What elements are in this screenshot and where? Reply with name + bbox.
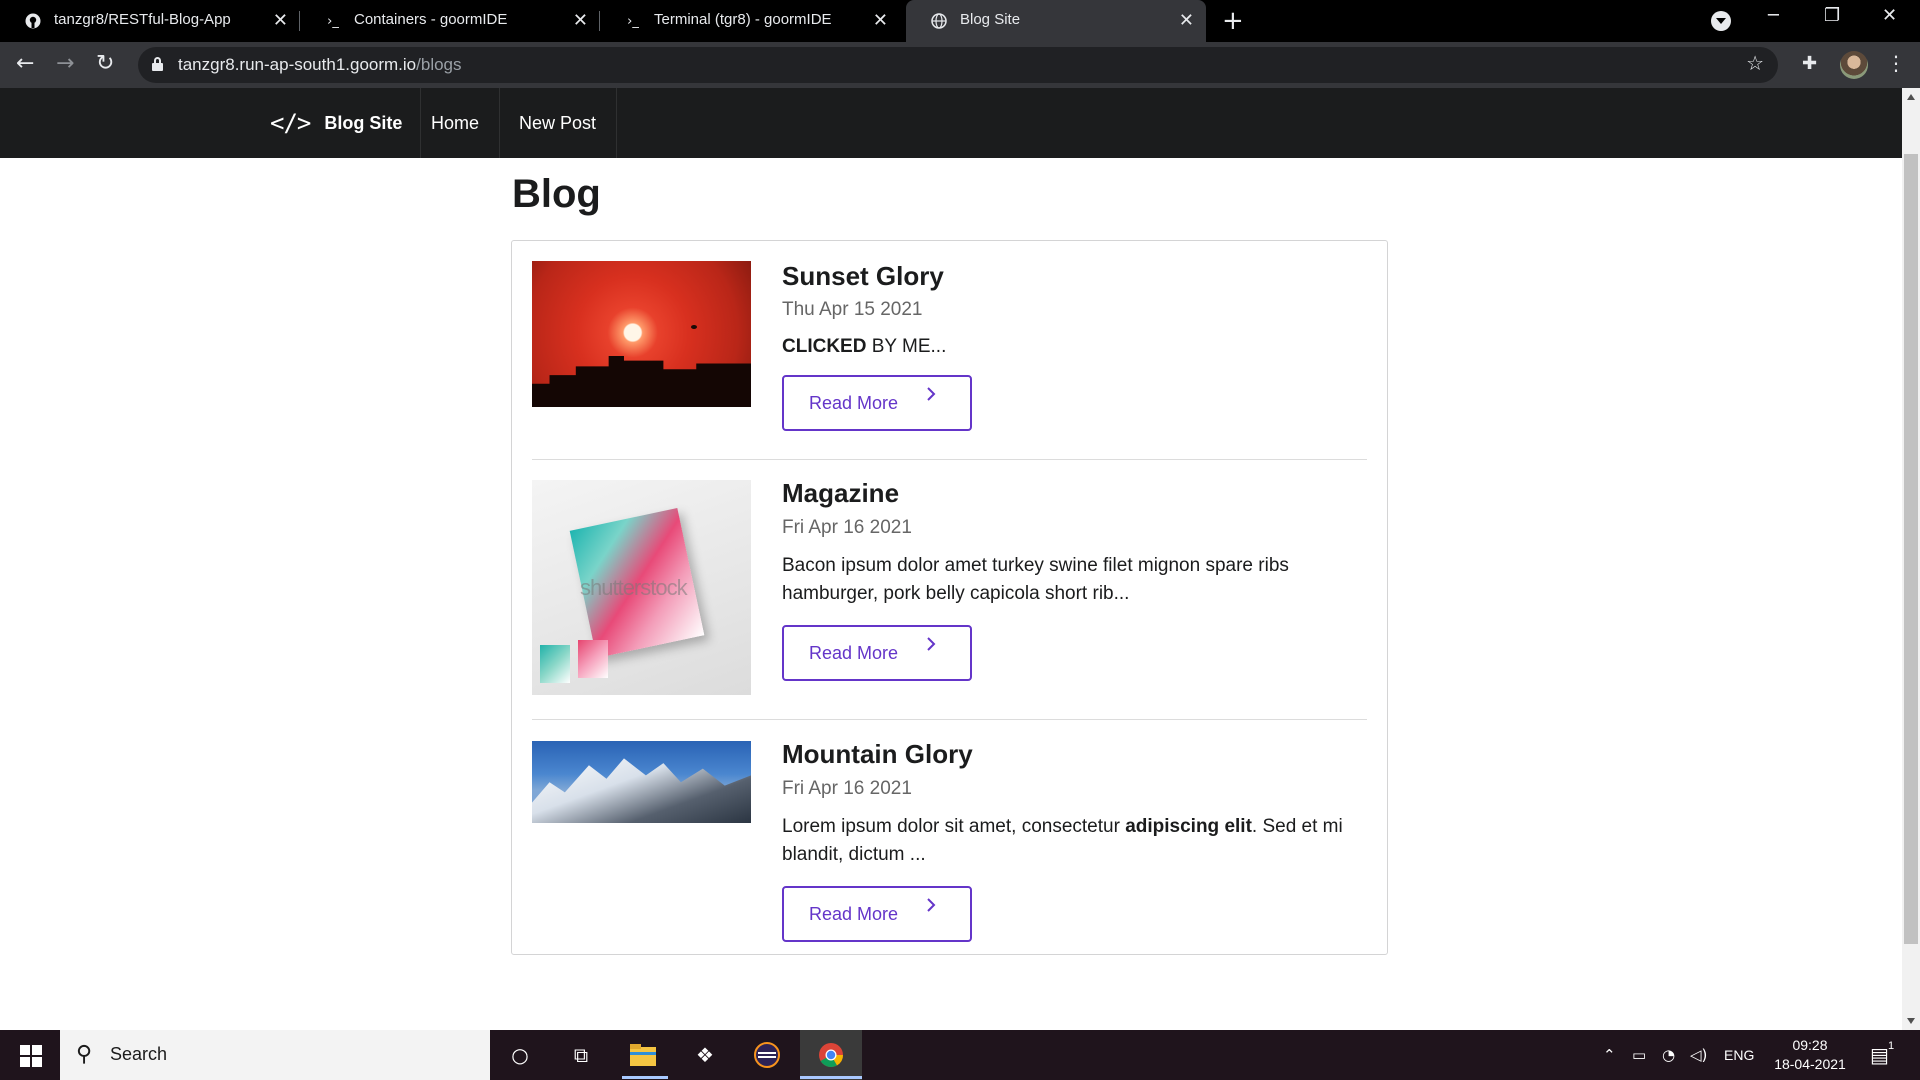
tab-title: Terminal (tgr8) - goormIDE — [654, 11, 832, 28]
bookmark-star-icon[interactable]: ☆ — [1746, 51, 1764, 75]
nav-home[interactable]: Home — [411, 88, 501, 158]
notification-count: 1 — [1888, 1040, 1895, 1052]
page-scrollbar[interactable] — [1902, 88, 1920, 1030]
clock-time: 09:28 — [1792, 1037, 1828, 1053]
extensions-icon[interactable]: ✚ — [1802, 53, 1817, 74]
wifi-icon[interactable]: ◔ — [1662, 1030, 1675, 1080]
reload-icon[interactable]: ↻ — [96, 51, 114, 76]
cortana-icon[interactable]: ○ — [505, 1040, 535, 1070]
tab-title: Containers - goormIDE — [354, 11, 508, 28]
post-image-mountain — [532, 741, 751, 823]
dropbox-icon[interactable]: ❖ — [690, 1040, 720, 1070]
profile-avatar[interactable] — [1840, 51, 1868, 79]
close-tab-icon[interactable]: ✕ — [273, 10, 288, 31]
post-description: CLICKED BY ME... — [782, 336, 947, 357]
chevron-right-icon — [927, 898, 936, 912]
post-image-sunset — [532, 261, 751, 407]
terminal-icon: ›_ — [627, 13, 639, 29]
chevron-right-icon — [927, 387, 936, 401]
post-description: Bacon ipsum dolor amet turkey swine file… — [782, 555, 1289, 604]
github-icon — [24, 12, 42, 30]
search-icon: ⚲ — [76, 1042, 93, 1067]
page-title: Blog — [512, 172, 601, 216]
globe-icon — [930, 12, 948, 30]
post-title[interactable]: Mountain Glory — [782, 739, 973, 770]
post-date: Fri Apr 16 2021 — [782, 517, 912, 538]
read-more-button[interactable]: Read More — [782, 375, 972, 431]
scrollbar-thumb[interactable] — [1904, 154, 1918, 944]
post-title[interactable]: Sunset Glory — [782, 261, 944, 292]
tab-title: tanzgr8/RESTful-Blog-App — [54, 11, 231, 28]
new-tab-icon[interactable]: + — [1222, 6, 1244, 36]
scroll-up-icon[interactable] — [1907, 94, 1915, 100]
blog-list: Sunset Glory Thu Apr 15 2021 CLICKED BY … — [511, 240, 1388, 955]
volume-icon[interactable]: ◁) — [1690, 1030, 1707, 1080]
url-text: tanzgr8.run-ap-south1.goorm.io/blogs — [178, 55, 462, 74]
tab-terminal[interactable]: ›_ Terminal (tgr8) - goormIDE ✕ — [600, 0, 900, 42]
scroll-down-icon[interactable] — [1907, 1018, 1915, 1024]
divider — [532, 459, 1367, 460]
browser-tab-strip: tanzgr8/RESTful-Blog-App ✕ ›_ Containers… — [0, 0, 1920, 42]
post-description: Lorem ipsum dolor sit amet, consectetur … — [782, 816, 1343, 865]
back-icon[interactable]: ← — [16, 51, 34, 76]
post-date: Thu Apr 15 2021 — [782, 299, 923, 320]
eclipse-icon[interactable] — [752, 1040, 782, 1070]
language-indicator[interactable]: ENG — [1724, 1030, 1754, 1080]
chrome-icon[interactable] — [816, 1040, 846, 1070]
show-hidden-icons-icon[interactable]: ⌃ — [1603, 1030, 1616, 1080]
divider — [532, 719, 1367, 720]
windows-start-icon[interactable] — [20, 1045, 42, 1067]
notification-icon[interactable]: ▤ — [1870, 1030, 1889, 1080]
chevron-right-icon — [927, 637, 936, 651]
tab-title: Blog Site — [960, 11, 1021, 28]
post-title[interactable]: Magazine — [782, 478, 899, 509]
page-viewport: </> Blog Site Home New Post Blog Sunset … — [0, 88, 1920, 1030]
address-bar[interactable]: tanzgr8.run-ap-south1.goorm.io/blogs ☆ — [138, 47, 1778, 83]
site-navbar: </> Blog Site Home New Post — [0, 88, 1902, 158]
task-view-icon[interactable]: ⧉ — [566, 1040, 596, 1070]
post-image-magazine: shutterstock — [532, 480, 751, 695]
restore-icon[interactable]: ❐ — [1824, 5, 1840, 26]
browser-toolbar: ← → ↻ tanzgr8.run-ap-south1.goorm.io/blo… — [0, 42, 1920, 88]
close-tab-icon[interactable]: ✕ — [573, 10, 588, 31]
brand-label: Blog Site — [324, 112, 403, 133]
blog-post: shutterstock Magazine Fri Apr 16 2021 Ba… — [532, 478, 1367, 710]
post-date: Fri Apr 16 2021 — [782, 778, 912, 799]
terminal-icon: ›_ — [327, 13, 339, 29]
lock-icon — [152, 57, 163, 71]
taskbar-search-box[interactable]: ⚲ Search — [60, 1030, 490, 1080]
forward-icon[interactable]: → — [56, 51, 74, 76]
tab-containers[interactable]: ›_ Containers - goormIDE ✕ — [300, 0, 600, 42]
battery-icon[interactable]: ▭ — [1632, 1030, 1646, 1080]
tab-search-icon[interactable] — [1711, 11, 1731, 31]
read-more-button[interactable]: Read More — [782, 886, 972, 942]
close-tab-icon[interactable]: ✕ — [1179, 10, 1194, 31]
search-placeholder: Search — [110, 1044, 168, 1064]
close-tab-icon[interactable]: ✕ — [873, 10, 888, 31]
close-window-icon[interactable]: ✕ — [1882, 5, 1897, 26]
taskbar-clock[interactable]: 09:28 18-04-2021 — [1760, 1036, 1860, 1074]
brand-link[interactable]: </> Blog Site — [252, 88, 422, 158]
menu-kebab-icon[interactable]: ⋮ — [1886, 51, 1906, 75]
minimize-icon[interactable]: ─ — [1768, 5, 1779, 26]
file-explorer-icon[interactable] — [628, 1040, 658, 1070]
clock-date: 18-04-2021 — [1774, 1056, 1846, 1072]
tab-github[interactable]: tanzgr8/RESTful-Blog-App ✕ — [0, 0, 300, 42]
read-more-button[interactable]: Read More — [782, 625, 972, 681]
nav-new-post[interactable]: New Post — [499, 88, 618, 158]
windows-taskbar: ⚲ Search ○ ⧉ ❖ ⌃ ▭ ◔ ◁) ENG 09:28 18-04-… — [0, 1030, 1920, 1080]
tab-blog-site[interactable]: Blog Site ✕ — [906, 0, 1206, 42]
blog-post: Sunset Glory Thu Apr 15 2021 CLICKED BY … — [532, 261, 1367, 441]
code-icon: </> — [270, 109, 311, 137]
blog-post: Mountain Glory Fri Apr 16 2021 Lorem ips… — [532, 739, 1367, 942]
